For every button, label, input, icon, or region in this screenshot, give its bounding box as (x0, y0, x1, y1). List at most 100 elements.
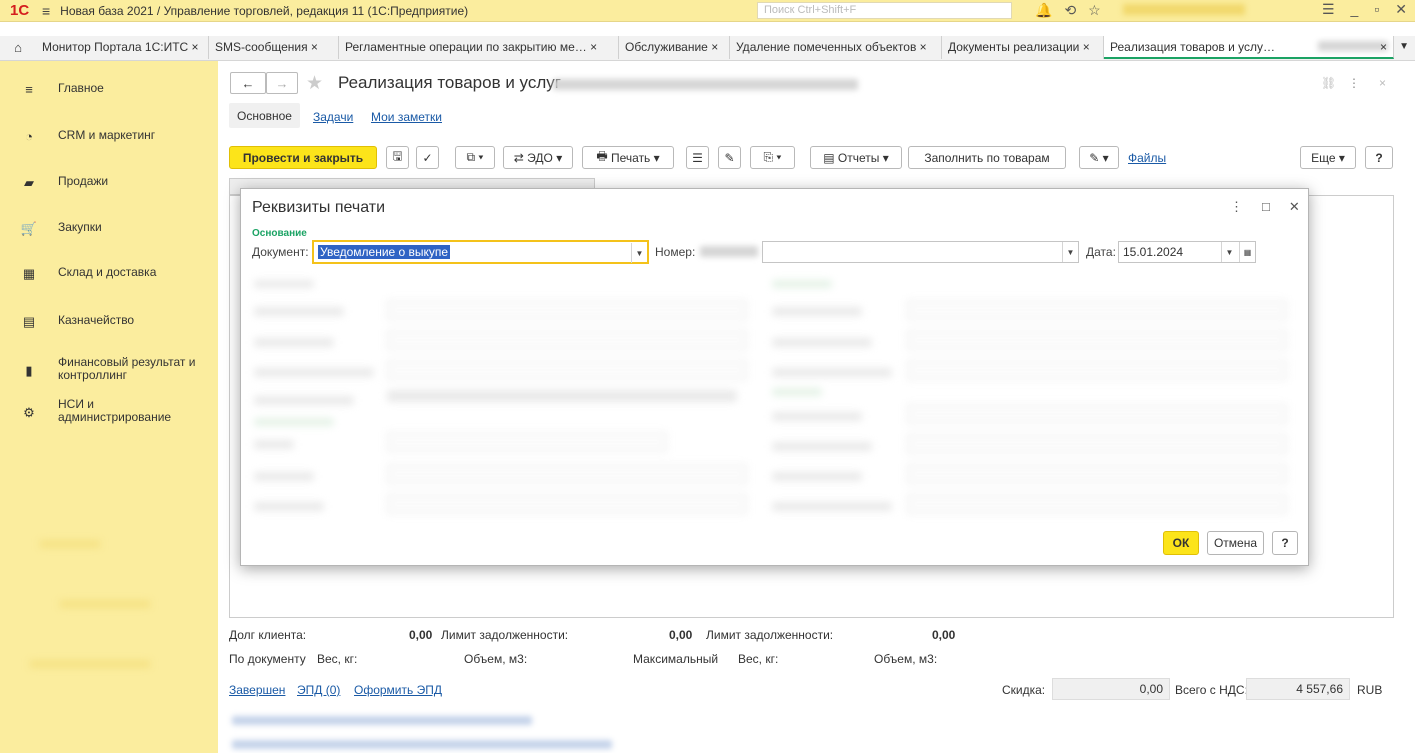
bar-chart-icon: ▮ (25, 363, 33, 378)
debt-limit-label: Лимит задолженности: (441, 628, 569, 642)
date-input[interactable]: 15.01.2024 ▼ ▦ (1118, 241, 1256, 263)
favorite-star-icon[interactable]: ★ (306, 72, 323, 95)
subtab-notes[interactable]: Мои заметки (371, 110, 442, 124)
favorites-icon[interactable]: ☆ (1088, 2, 1101, 19)
sidebar-blurred-text (30, 661, 150, 667)
dialog-close-icon[interactable]: ✕ (1289, 199, 1300, 215)
gear-icon: ⚙ (23, 405, 35, 420)
post-and-close-button[interactable]: Провести и закрыть (229, 146, 377, 169)
close-tab-icon[interactable]: × (1380, 40, 1387, 54)
help-button[interactable]: ? (1365, 146, 1393, 169)
dialog-help-button[interactable]: ? (1272, 531, 1298, 555)
epd-link[interactable]: ЭПД (0) (297, 683, 340, 697)
attachments-icon[interactable]: ⎘ ▾ (750, 146, 795, 169)
tab-its-monitor[interactable]: Монитор Портала 1С:ИТС × (36, 36, 209, 59)
sidebar-item-finance[interactable]: ▮ Финансовый результат и контроллинг (0, 356, 218, 382)
close-doc-icon[interactable]: × (1379, 76, 1386, 90)
subtab-tasks[interactable]: Задачи (313, 110, 353, 124)
main-menu-icon[interactable]: ≡ (42, 3, 50, 19)
document-select[interactable]: Уведомление о выкупе ▼ (312, 240, 649, 264)
forward-button[interactable]: → (266, 72, 298, 94)
blurred-footer-link (232, 740, 612, 749)
notifications-icon[interactable]: 🔔 (1035, 2, 1052, 19)
sidebar-item-warehouse[interactable]: ▦ Склад и доставка (0, 266, 218, 282)
open-tabs-bar: ⌂ Монитор Портала 1С:ИТС × SMS-сообщения… (0, 36, 1415, 61)
save-icon[interactable]: 🖫 (386, 146, 409, 169)
edo-button[interactable]: ⇄ ЭДО ▾ (503, 146, 573, 169)
restore-icon[interactable]: ▫ (1374, 1, 1379, 18)
calendar-icon[interactable]: ▦ (1239, 242, 1255, 262)
post-icon[interactable]: ✓ (416, 146, 439, 169)
client-debt-label: Долг клиента: (229, 628, 307, 642)
debt-limit-value: 0,00 (669, 628, 693, 642)
tab-maintenance[interactable]: Обслуживание × (619, 36, 730, 59)
sidebar-item-label: Главное (58, 81, 104, 95)
dialog-menu-icon[interactable]: ⋮ (1230, 199, 1243, 215)
currency-label: RUB (1357, 683, 1383, 697)
document-label: Документ: (252, 245, 309, 259)
cancel-button[interactable]: Отмена (1207, 531, 1264, 555)
edo-icon: ⇄ (513, 150, 528, 165)
fill-by-goods-button[interactable]: Заполнить по товарам (908, 146, 1066, 169)
settings-icon[interactable]: ☰ (1322, 1, 1335, 18)
sidebar-item-admin[interactable]: ⚙ НСИ и администрирование (0, 398, 218, 424)
paperclip-icon[interactable]: ✎ ▾ (1079, 146, 1119, 169)
tab-label-blurred (1318, 41, 1389, 51)
close-window-icon[interactable]: ✕ (1395, 1, 1407, 18)
sidebar-item-main[interactable]: ≡ Главное (0, 81, 218, 98)
more-menu-icon[interactable]: ⋮ (1348, 76, 1360, 90)
sign-icon[interactable]: ✎ (718, 146, 741, 169)
link-icon[interactable]: ⛓ (1321, 76, 1336, 90)
user-name[interactable] (1123, 4, 1245, 15)
files-link[interactable]: Файлы (1128, 151, 1166, 165)
minimize-icon[interactable]: _ (1351, 1, 1359, 18)
sidebar-item-sales[interactable]: ▰ Продажи (0, 175, 218, 191)
dialog-maximize-icon[interactable]: □ (1262, 199, 1270, 215)
global-search-input[interactable]: Поиск Ctrl+Shift+F (757, 2, 1012, 19)
sidebar-item-treasury[interactable]: ▤ Казначейство (0, 314, 218, 330)
number-blurred (700, 246, 758, 257)
tab-delete-marked[interactable]: Удаление помеченных объектов × (730, 36, 942, 59)
create-based-on-icon[interactable]: ⧉ ▾ (455, 146, 495, 169)
sidebar-item-crm[interactable]: ◔ CRM и маркетинг (0, 129, 218, 145)
blurred-footer-link (232, 716, 532, 725)
subtab-main[interactable]: Основное (229, 103, 300, 128)
sidebar-blurred-text (40, 541, 100, 547)
home-icon[interactable]: ⌂ (0, 36, 36, 59)
number-label: Номер: (655, 245, 696, 259)
sidebar-item-label: Казначейство (58, 313, 135, 327)
status-link[interactable]: Завершен (229, 683, 285, 697)
sections-sidebar: ≡ Главное ◔ CRM и маркетинг ▰ Продажи 🛒 … (0, 61, 218, 753)
print-button[interactable]: 🖶 Печать ▾ (582, 146, 674, 169)
more-button[interactable]: Еще ▾ (1300, 146, 1356, 169)
reports-button[interactable]: ▤ Отчеты ▾ (810, 146, 902, 169)
number-input[interactable]: ▼ (762, 241, 1079, 263)
cart-icon: 🛒 (20, 221, 38, 236)
tab-sales-doc-active[interactable]: Реализация товаров и услу… × (1104, 36, 1394, 59)
tab-sms[interactable]: SMS-сообщения × (209, 36, 339, 59)
sidebar-item-label: Закупки (58, 220, 102, 234)
chevron-down-icon[interactable]: ▼ (631, 243, 647, 263)
sidebar-item-label: Финансовый результат и контроллинг (58, 355, 196, 382)
sidebar-item-purchases[interactable]: 🛒 Закупки (0, 221, 218, 237)
ok-button[interactable]: ОК (1163, 531, 1199, 555)
history-icon[interactable]: ⟲ (1064, 2, 1076, 19)
chevron-down-icon[interactable]: ▼ (1062, 242, 1078, 262)
tab-closing-operations[interactable]: Регламентные операции по закрытию ме… × (339, 36, 619, 59)
tabbar-spacer (0, 22, 1415, 36)
make-epd-link[interactable]: Оформить ЭПД (354, 683, 442, 697)
1c-logo[interactable]: 1С (10, 2, 38, 19)
chevron-down-icon[interactable]: ▼ (1221, 242, 1237, 262)
tabs-dropdown-icon[interactable]: ▼ (1399, 41, 1409, 52)
structure-icon[interactable]: ☰ (686, 146, 709, 169)
sidebar-blurred-text (60, 601, 150, 607)
document-title: Реализация товаров и услуг (338, 73, 561, 92)
print-label: Печать (611, 150, 651, 165)
client-debt-value: 0,00 (409, 628, 433, 642)
tab-label: Реализация товаров и услу… (1110, 40, 1276, 54)
by-document-label: По документу (229, 652, 306, 666)
back-button[interactable]: ← (230, 72, 266, 94)
tab-sales-docs[interactable]: Документы реализации × (942, 36, 1104, 59)
document-number-blurred (553, 79, 858, 90)
blurred-form-fields (252, 272, 1297, 522)
